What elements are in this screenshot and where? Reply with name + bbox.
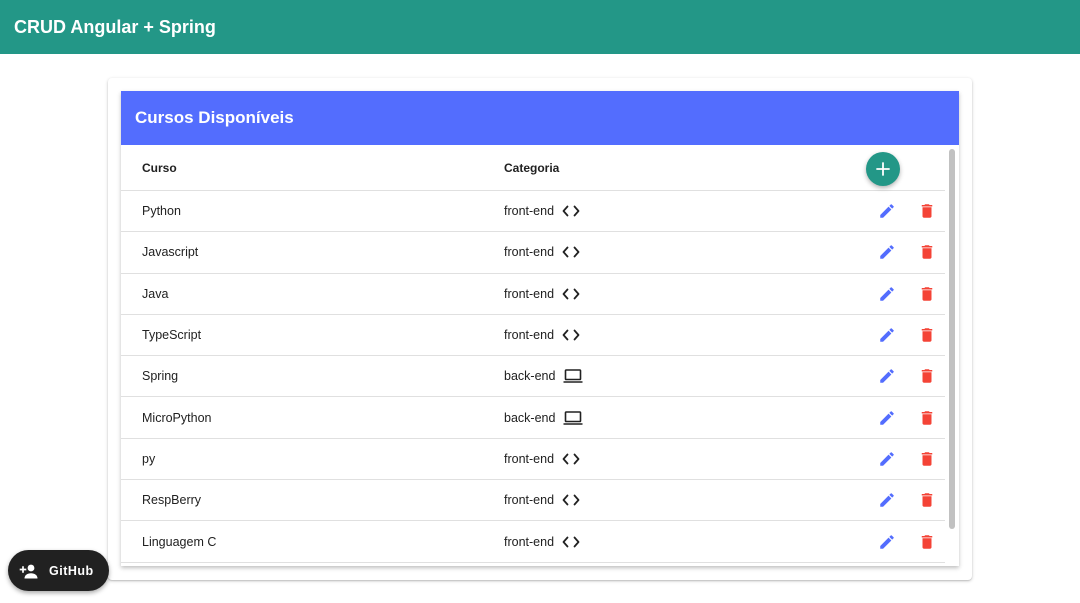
category-label: front-end [504, 534, 555, 549]
edit-button[interactable] [876, 324, 898, 346]
delete-button[interactable] [916, 365, 938, 387]
table-row: RespBerry front-end [121, 480, 945, 522]
category-label: front-end [504, 204, 555, 219]
pencil-icon [880, 410, 894, 425]
category-label: front-end [504, 451, 555, 466]
edit-button[interactable] [876, 200, 898, 222]
course-category: back-end [504, 411, 583, 425]
course-name: RespBerry [142, 493, 202, 508]
category-label: back-end [504, 410, 556, 425]
table-row: Spring back-end [121, 356, 945, 398]
edit-button[interactable] [876, 407, 898, 429]
app-toolbar: CRUD Angular + Spring [0, 0, 1080, 54]
trash-icon [921, 452, 933, 466]
code-icon [562, 329, 580, 341]
trash-icon [921, 534, 933, 549]
delete-button[interactable] [916, 241, 938, 263]
course-name: TypeScript [142, 328, 202, 343]
table-scrollbar[interactable] [947, 147, 957, 564]
course-name: Python [142, 204, 181, 219]
course-name: Spring [142, 369, 179, 384]
category-label: front-end [504, 286, 555, 301]
code-icon [562, 536, 580, 547]
delete-button[interactable] [916, 407, 938, 429]
table-row: Python front-end [121, 191, 945, 233]
trash-icon [921, 493, 933, 507]
delete-button[interactable] [916, 324, 938, 346]
course-category: front-end [504, 204, 580, 218]
pencil-icon [880, 369, 894, 384]
delete-button[interactable] [916, 489, 938, 511]
trash-icon [921, 410, 933, 425]
code-icon [562, 453, 580, 465]
code-icon [562, 205, 580, 217]
pencil-icon [880, 452, 894, 466]
course-name: Linguagem C [142, 534, 217, 549]
category-label: front-end [504, 245, 555, 260]
plus-icon [876, 162, 890, 176]
trash-icon [921, 328, 933, 342]
edit-button[interactable] [876, 489, 898, 511]
card-header: Cursos Disponíveis [121, 91, 959, 145]
course-category: front-end [504, 452, 580, 466]
category-label: front-end [504, 328, 555, 343]
edit-button[interactable] [876, 241, 898, 263]
course-category: front-end [504, 328, 580, 342]
laptop-icon [563, 410, 583, 425]
delete-button[interactable] [916, 200, 938, 222]
table-row: Java front-end [121, 274, 945, 315]
trash-icon [921, 369, 933, 384]
add-course-button[interactable] [866, 152, 900, 186]
laptop-icon [563, 369, 583, 384]
pencil-icon [880, 204, 894, 218]
courses-card: Cursos Disponíveis Curso Categoria Pytho… [121, 91, 959, 566]
course-category: back-end [504, 369, 583, 383]
course-name: MicroPython [142, 410, 212, 425]
person-add-icon [19, 564, 38, 578]
edit-button[interactable] [876, 448, 898, 470]
category-label: back-end [504, 369, 556, 384]
pencil-icon [880, 534, 894, 549]
github-label: GitHub [49, 563, 94, 578]
course-category: front-end [504, 493, 580, 507]
delete-button[interactable] [916, 448, 938, 470]
course-category: front-end [504, 287, 580, 301]
table-header-row: Curso Categoria [121, 145, 945, 191]
trash-icon [921, 286, 933, 301]
code-icon [562, 247, 580, 258]
github-button[interactable]: GitHub [8, 550, 109, 591]
table-row: Linguagem C front-end [121, 521, 945, 563]
code-icon [562, 494, 580, 506]
table-row: py front-end [121, 439, 945, 481]
delete-button[interactable] [916, 531, 938, 553]
scrollbar-thumb[interactable] [949, 149, 955, 529]
table-row: Javascript front-end [121, 232, 945, 274]
card-title: Cursos Disponíveis [135, 108, 294, 127]
pencil-icon [880, 328, 894, 342]
course-name: py [142, 451, 156, 466]
delete-button[interactable] [916, 283, 938, 305]
code-icon [562, 288, 580, 300]
pencil-icon [880, 493, 894, 507]
column-header-category: Categoria [504, 160, 560, 175]
courses-table: Curso Categoria Python front-end Javascr… [121, 145, 945, 566]
trash-icon [921, 245, 933, 260]
course-name: Java [142, 286, 169, 301]
app-title: CRUD Angular + Spring [14, 16, 216, 37]
edit-button[interactable] [876, 365, 898, 387]
table-row: MicroPython back-end [121, 397, 945, 439]
category-label: front-end [504, 493, 555, 508]
pencil-icon [880, 286, 894, 301]
edit-button[interactable] [876, 531, 898, 553]
course-category: front-end [504, 245, 580, 259]
table-row: TypeScript front-end [121, 315, 945, 357]
pencil-icon [880, 245, 894, 260]
course-category: front-end [504, 535, 580, 549]
course-name: Javascript [142, 245, 199, 260]
trash-icon [921, 204, 933, 218]
column-header-course: Curso [142, 160, 177, 175]
edit-button[interactable] [876, 283, 898, 305]
